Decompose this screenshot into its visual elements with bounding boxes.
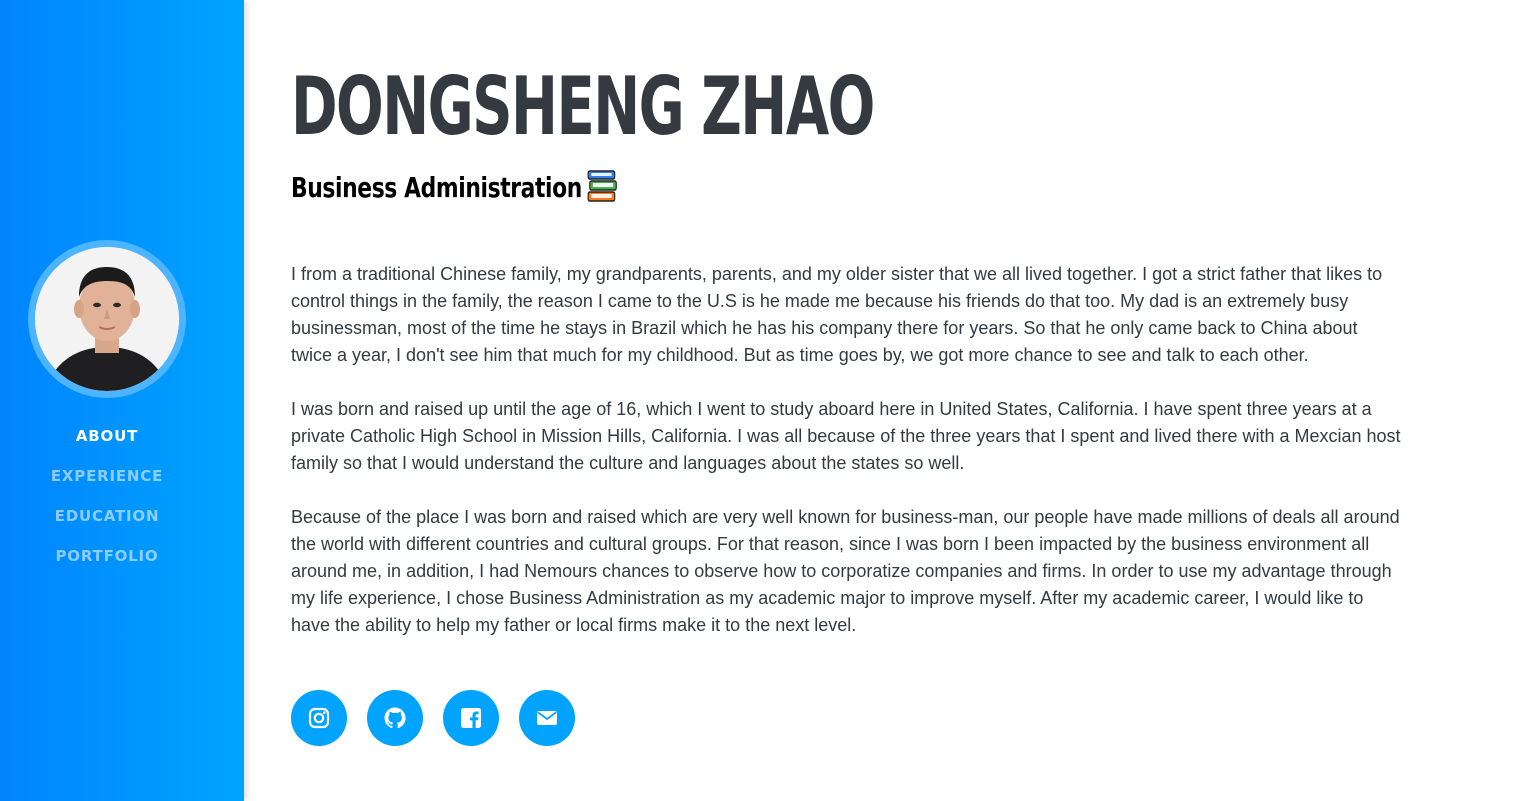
social-links xyxy=(291,690,575,746)
instagram-button[interactable] xyxy=(291,690,347,746)
nav-link-experience[interactable]: EXPERIENCE xyxy=(51,467,163,485)
email-icon xyxy=(537,711,557,725)
page-title: DONGSHENG ZHAO xyxy=(291,60,875,153)
instagram-icon xyxy=(308,707,330,729)
avatar-ring xyxy=(28,240,186,398)
profile-photo xyxy=(35,247,179,391)
github-icon xyxy=(384,707,406,729)
bio-paragraph: I from a traditional Chinese family, my … xyxy=(291,264,1383,365)
bio-paragraph: I was born and raised up until the age o… xyxy=(291,399,1401,473)
nav-link-portfolio[interactable]: PORTFOLIO xyxy=(56,547,159,565)
subtitle: Business Administration xyxy=(291,170,618,206)
avatar xyxy=(35,247,179,391)
facebook-icon xyxy=(461,708,481,728)
facebook-button[interactable] xyxy=(443,690,499,746)
bio-section: I from a traditional Chinese family, my … xyxy=(291,261,1401,666)
email-button[interactable] xyxy=(519,690,575,746)
github-button[interactable] xyxy=(367,690,423,746)
nav-item-portfolio: PORTFOLIO xyxy=(0,544,214,584)
nav-item-experience: EXPERIENCE xyxy=(0,464,214,504)
books-icon xyxy=(587,170,617,202)
nav-link-education[interactable]: EDUCATION xyxy=(55,507,160,525)
sidebar-nav: ABOUT EXPERIENCE EDUCATION PORTFOLIO xyxy=(0,424,214,584)
bio-paragraph: Because of the place I was born and rais… xyxy=(291,507,1400,635)
nav-item-about: ABOUT xyxy=(0,424,214,464)
subtitle-text: Business Administration xyxy=(291,171,582,204)
sidebar: ABOUT EXPERIENCE EDUCATION PORTFOLIO xyxy=(0,0,244,801)
nav-link-about[interactable]: ABOUT xyxy=(76,427,138,445)
nav-item-education: EDUCATION xyxy=(0,504,214,544)
